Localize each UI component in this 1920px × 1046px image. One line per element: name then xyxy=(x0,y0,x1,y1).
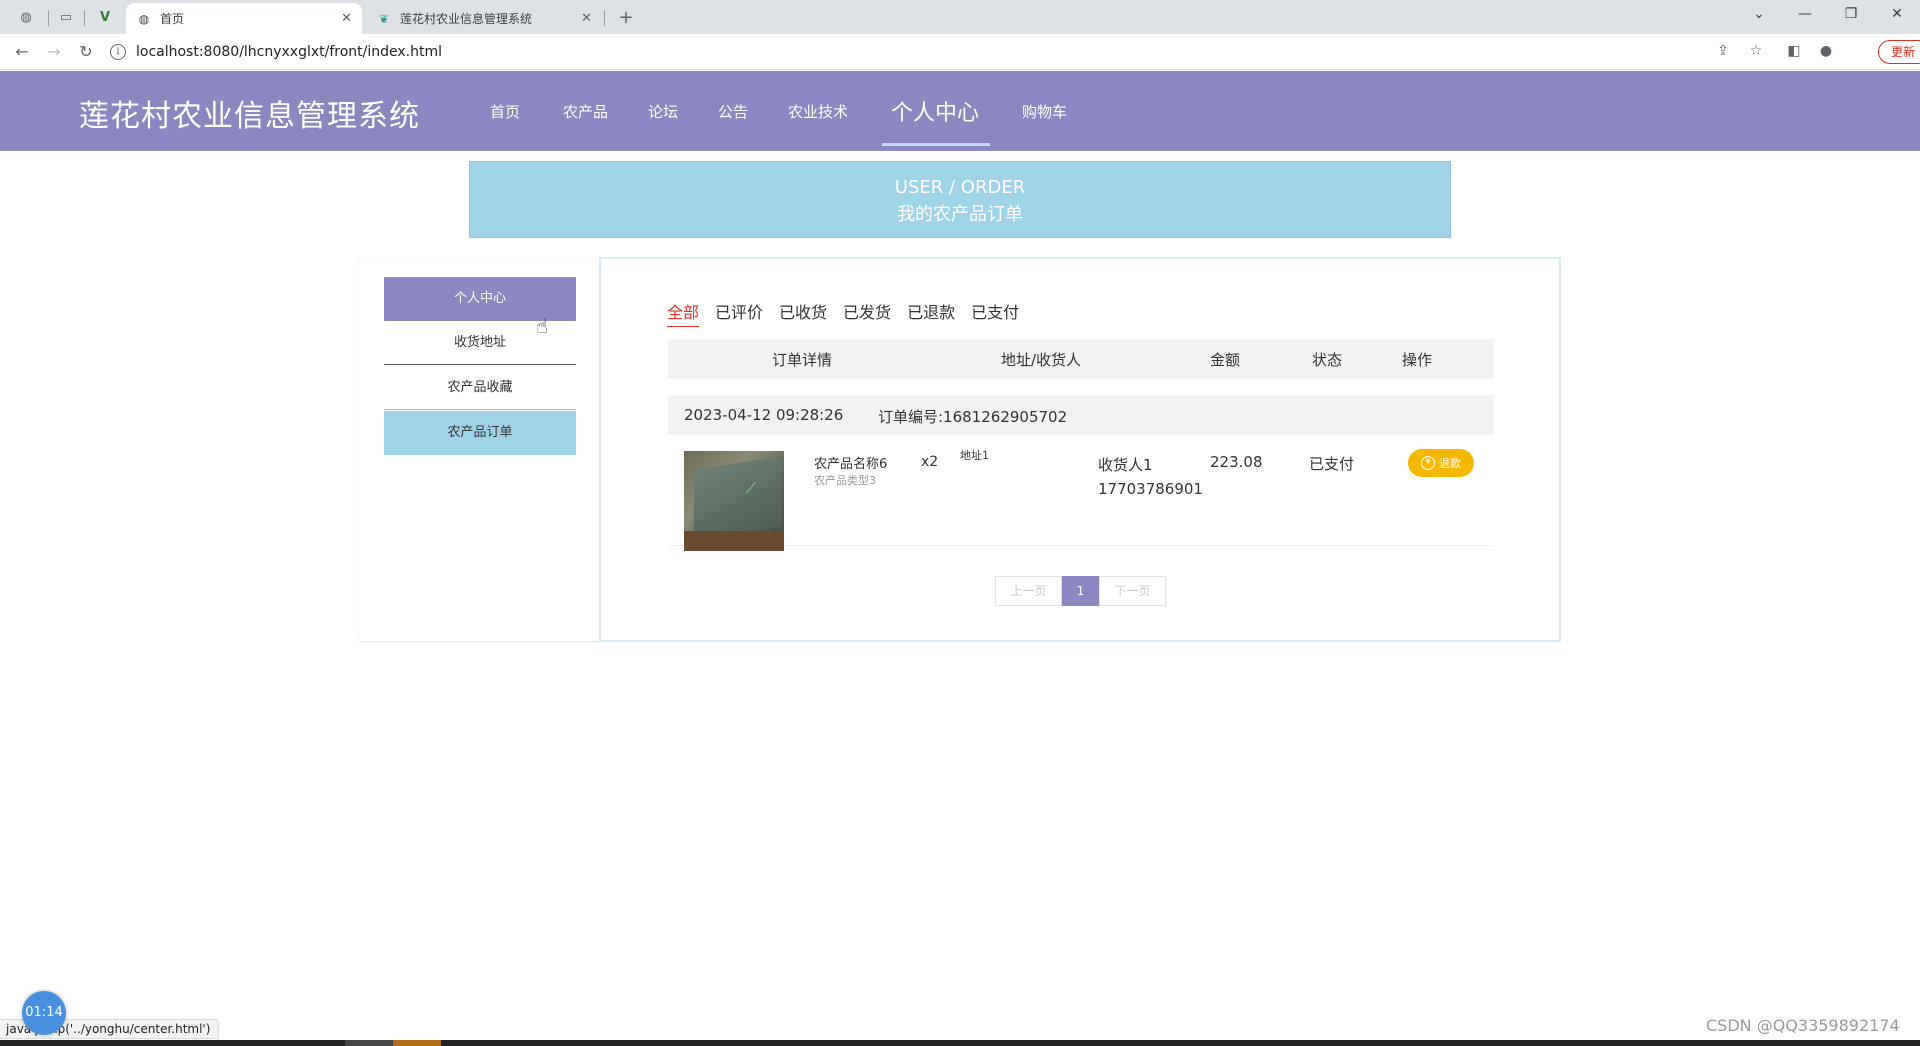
product-quantity: x2 xyxy=(921,454,939,470)
url-input[interactable]: i localhost:8080/lhcnyxxglxt/front/index… xyxy=(110,38,1810,66)
receiver-info: 收货人1 17703786901 xyxy=(1098,453,1203,501)
column-address: 地址/收货人 xyxy=(1001,351,1082,369)
order-number: 订单编号:1681262905702 xyxy=(878,408,1068,426)
side-panel-icon[interactable]: ◧ xyxy=(1784,43,1804,59)
browser-tab-bar: ◍ ▭ V ◍ 首页 ✕ ❦ 莲花村农业信息管理系统 ✕ + ⌄ — ❐ ✕ xyxy=(0,0,1920,34)
minimize-button[interactable]: — xyxy=(1790,6,1820,22)
column-status: 状态 xyxy=(1312,351,1343,369)
profile-icon[interactable]: ● xyxy=(1816,43,1836,59)
page-1-button[interactable]: 1 xyxy=(1062,576,1099,606)
update-button[interactable]: 更新 ⋮ xyxy=(1878,40,1920,64)
vue-icon[interactable]: V xyxy=(95,7,115,27)
taskbar-item xyxy=(345,1040,393,1046)
back-icon[interactable]: ← xyxy=(10,41,34,63)
close-icon[interactable]: ✕ xyxy=(341,11,352,26)
tab-refunded[interactable]: 已退款 xyxy=(907,299,955,327)
reload-icon[interactable]: ↻ xyxy=(74,41,98,63)
product-image[interactable]: ⟋ xyxy=(684,451,784,551)
taskbar-item xyxy=(393,1040,441,1046)
tab-separator xyxy=(48,10,49,26)
info-icon[interactable]: i xyxy=(110,44,126,60)
column-detail: 订单详情 xyxy=(772,351,833,369)
tab-paid[interactable]: 已支付 xyxy=(971,299,1019,327)
order-datetime: 2023-04-12 09:28:26 xyxy=(684,406,844,424)
recording-timer: 01:14 xyxy=(22,991,66,1035)
refund-label: 退款 xyxy=(1439,457,1461,470)
globe-icon: ◍ xyxy=(138,11,150,26)
site-header: 莲花村农业信息管理系统 首页 农产品 论坛 公告 农业技术 个人中心 购物车 xyxy=(0,71,1920,151)
nav-home[interactable]: 首页 xyxy=(490,101,520,122)
forward-icon[interactable]: → xyxy=(42,41,66,63)
browser-tab-system[interactable]: ❦ 莲花村农业信息管理系统 ✕ xyxy=(366,3,602,34)
watermark: CSDN @QQ3359892174 xyxy=(1706,1016,1900,1035)
laptop-shape xyxy=(694,456,782,540)
globe-icon[interactable]: ◍ xyxy=(16,7,36,27)
sidebar: 个人中心 收货地址 农产品收藏 农产品订单 xyxy=(359,257,600,642)
nav-active-underline xyxy=(882,143,990,146)
order-amount: 223.08 xyxy=(1210,453,1263,471)
order-status: 已支付 xyxy=(1309,455,1355,473)
blank-page-icon[interactable]: ▭ xyxy=(56,7,76,27)
site-title: 莲花村农业信息管理系统 xyxy=(79,99,420,134)
update-label: 更新 xyxy=(1891,45,1916,59)
receiver-name: 收货人1 xyxy=(1098,456,1153,474)
refund-button[interactable]: ¥ 退款 xyxy=(1408,449,1474,477)
product-name: 农产品名称6 xyxy=(814,457,888,472)
nav-user-center[interactable]: 个人中心 xyxy=(891,95,979,127)
url-text: localhost:8080/lhcnyxxglxt/front/index.h… xyxy=(136,44,443,60)
tab-all[interactable]: 全部 xyxy=(667,299,700,327)
receiver-phone: 17703786901 xyxy=(1098,480,1203,498)
nav-cart[interactable]: 购物车 xyxy=(1022,101,1067,122)
tab-title: 莲花村农业信息管理系统 xyxy=(400,12,533,26)
tab-title: 首页 xyxy=(160,12,185,26)
table-header: 订单详情 地址/收货人 金额 状态 操作 xyxy=(668,339,1494,379)
orders-panel: 全部 已评价 已收货 已发货 已退款 已支付 订单详情 地址/收货人 金额 状态… xyxy=(599,257,1561,642)
tab-received[interactable]: 已收货 xyxy=(779,299,827,327)
close-icon[interactable]: ✕ xyxy=(581,11,592,26)
table-surface xyxy=(684,531,784,551)
star-icon[interactable]: ☆ xyxy=(1746,43,1766,59)
banner-title-en: USER / ORDER xyxy=(894,177,1026,198)
tab-reviewed[interactable]: 已评价 xyxy=(715,299,763,327)
restore-button[interactable]: ❐ xyxy=(1836,6,1866,22)
nav-notice[interactable]: 公告 xyxy=(718,101,748,122)
rog-logo-icon: ⟋ xyxy=(746,481,756,497)
next-page-button[interactable]: 下一页 xyxy=(1099,576,1166,606)
share-icon[interactable]: ⇪ xyxy=(1713,43,1733,59)
column-amount: 金额 xyxy=(1210,351,1241,369)
product-type: 农产品类型3 xyxy=(814,474,876,487)
tab-separator xyxy=(84,10,85,26)
table-row: ⟋ 农产品名称6 农产品类型3 x2 地址1 收货人1 17703786901 … xyxy=(668,435,1494,551)
nav-tech[interactable]: 农业技术 xyxy=(788,101,848,122)
order-row-header: 2023-04-12 09:28:26 订单编号:1681262905702 xyxy=(668,395,1494,435)
order-status-tabs: 全部 已评价 已收货 已发货 已退款 已支付 xyxy=(667,299,1019,327)
tab-shipped[interactable]: 已发货 xyxy=(843,299,891,327)
close-window-button[interactable]: ✕ xyxy=(1882,6,1912,22)
taskbar-strip xyxy=(0,1040,1920,1046)
nav-products[interactable]: 农产品 xyxy=(563,101,608,122)
page-banner: USER / ORDER 我的农产品订单 xyxy=(469,161,1451,238)
banner-title-cn: 我的农产品订单 xyxy=(897,204,1023,225)
sidebar-item-favorites[interactable]: 农产品收藏 xyxy=(384,366,576,410)
leaf-icon: ❦ xyxy=(378,11,390,26)
chevron-down-icon[interactable]: ⌄ xyxy=(1744,6,1774,22)
nav-forum[interactable]: 论坛 xyxy=(648,101,678,122)
yen-icon: ¥ xyxy=(1421,456,1435,470)
hand-cursor-icon: ☝ xyxy=(536,314,549,338)
order-address: 地址1 xyxy=(960,449,989,462)
browser-tab-home[interactable]: ◍ 首页 ✕ xyxy=(126,3,362,34)
pagination: 上一页 1 下一页 xyxy=(995,576,1166,606)
tab-separator xyxy=(604,10,605,26)
column-action: 操作 xyxy=(1402,351,1433,369)
new-tab-button[interactable]: + xyxy=(616,7,636,28)
sidebar-item-orders[interactable]: 农产品订单 xyxy=(384,411,576,455)
prev-page-button[interactable]: 上一页 xyxy=(995,576,1062,606)
browser-address-bar: ← → ↻ i localhost:8080/lhcnyxxglxt/front… xyxy=(0,34,1920,70)
